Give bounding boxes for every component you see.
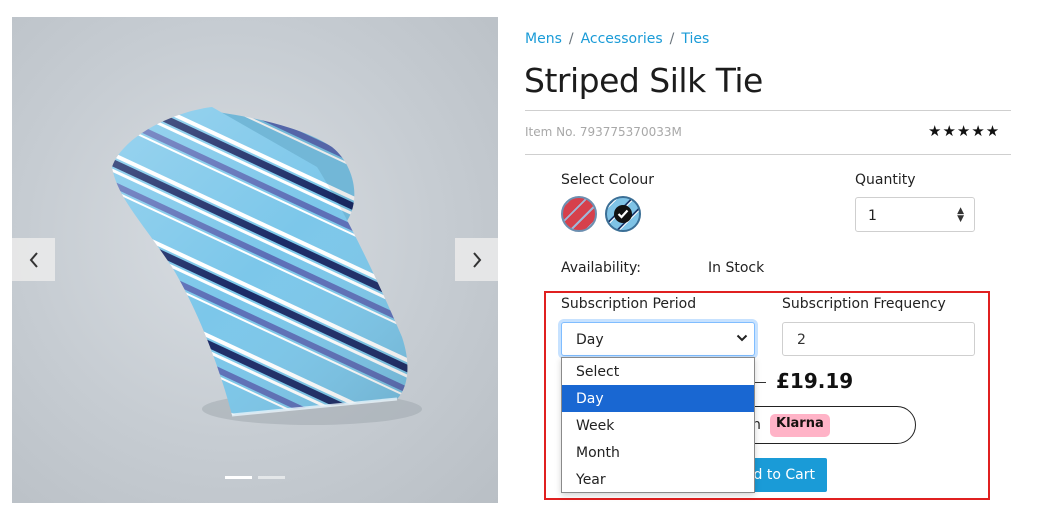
subscription-period-select[interactable]: Day (561, 322, 755, 356)
dropdown-option-day[interactable]: Day (562, 385, 754, 412)
dropdown-option-month[interactable]: Month (562, 439, 754, 466)
gallery-prev-button[interactable] (12, 238, 55, 281)
chevron-down-icon (736, 334, 748, 342)
rating-stars: ★★★★★ (928, 122, 1001, 140)
gallery-next-button[interactable] (455, 238, 498, 281)
subscription-period-value: Day (576, 332, 604, 348)
subscription-period-dropdown: Select Day Week Month Year (561, 357, 755, 493)
quantity-select[interactable]: 1 ▲ ▼ (855, 197, 975, 232)
chevron-left-icon (29, 251, 38, 268)
divider (525, 110, 1011, 111)
gallery-indicator-2[interactable] (258, 476, 285, 479)
gallery-indicators (225, 476, 285, 479)
breadcrumb-link-mens[interactable]: Mens (525, 31, 562, 47)
updown-caret-icon: ▲ ▼ (957, 206, 964, 224)
dropdown-option-year[interactable]: Year (562, 466, 754, 493)
checkmark-icon (614, 205, 632, 223)
product-image-gallery (12, 17, 498, 503)
subscription-period-label: Subscription Period (561, 296, 697, 312)
gallery-indicator-1[interactable] (225, 476, 252, 479)
breadcrumb: Mens / Accessories / Ties (525, 31, 709, 47)
item-number: Item No. 793775370033M (525, 125, 682, 139)
tie-image (112, 107, 422, 425)
dropdown-option-select[interactable]: Select (562, 358, 754, 385)
klarna-logo: Klarna (770, 414, 830, 437)
breadcrumb-separator: / (568, 31, 574, 47)
price: £19.19 (776, 369, 854, 393)
subscription-frequency-input[interactable]: 2 (782, 322, 975, 356)
breadcrumb-link-accessories[interactable]: Accessories (581, 31, 663, 47)
chevron-right-icon (472, 251, 481, 268)
quantity-value: 1 (868, 208, 877, 224)
availability-label: Availability: (561, 260, 642, 276)
product-title: Striped Silk Tie (524, 61, 763, 100)
dropdown-option-week[interactable]: Week (562, 412, 754, 439)
subscription-frequency-label: Subscription Frequency (782, 296, 946, 312)
colour-swatch-blue[interactable] (605, 196, 641, 232)
breadcrumb-separator: / (669, 31, 675, 47)
select-colour-label: Select Colour (561, 172, 655, 188)
divider (525, 154, 1011, 155)
availability-value: In Stock (708, 260, 765, 276)
breadcrumb-link-ties[interactable]: Ties (681, 31, 709, 47)
quantity-label: Quantity (855, 172, 916, 188)
colour-swatch-red[interactable] (561, 196, 597, 232)
